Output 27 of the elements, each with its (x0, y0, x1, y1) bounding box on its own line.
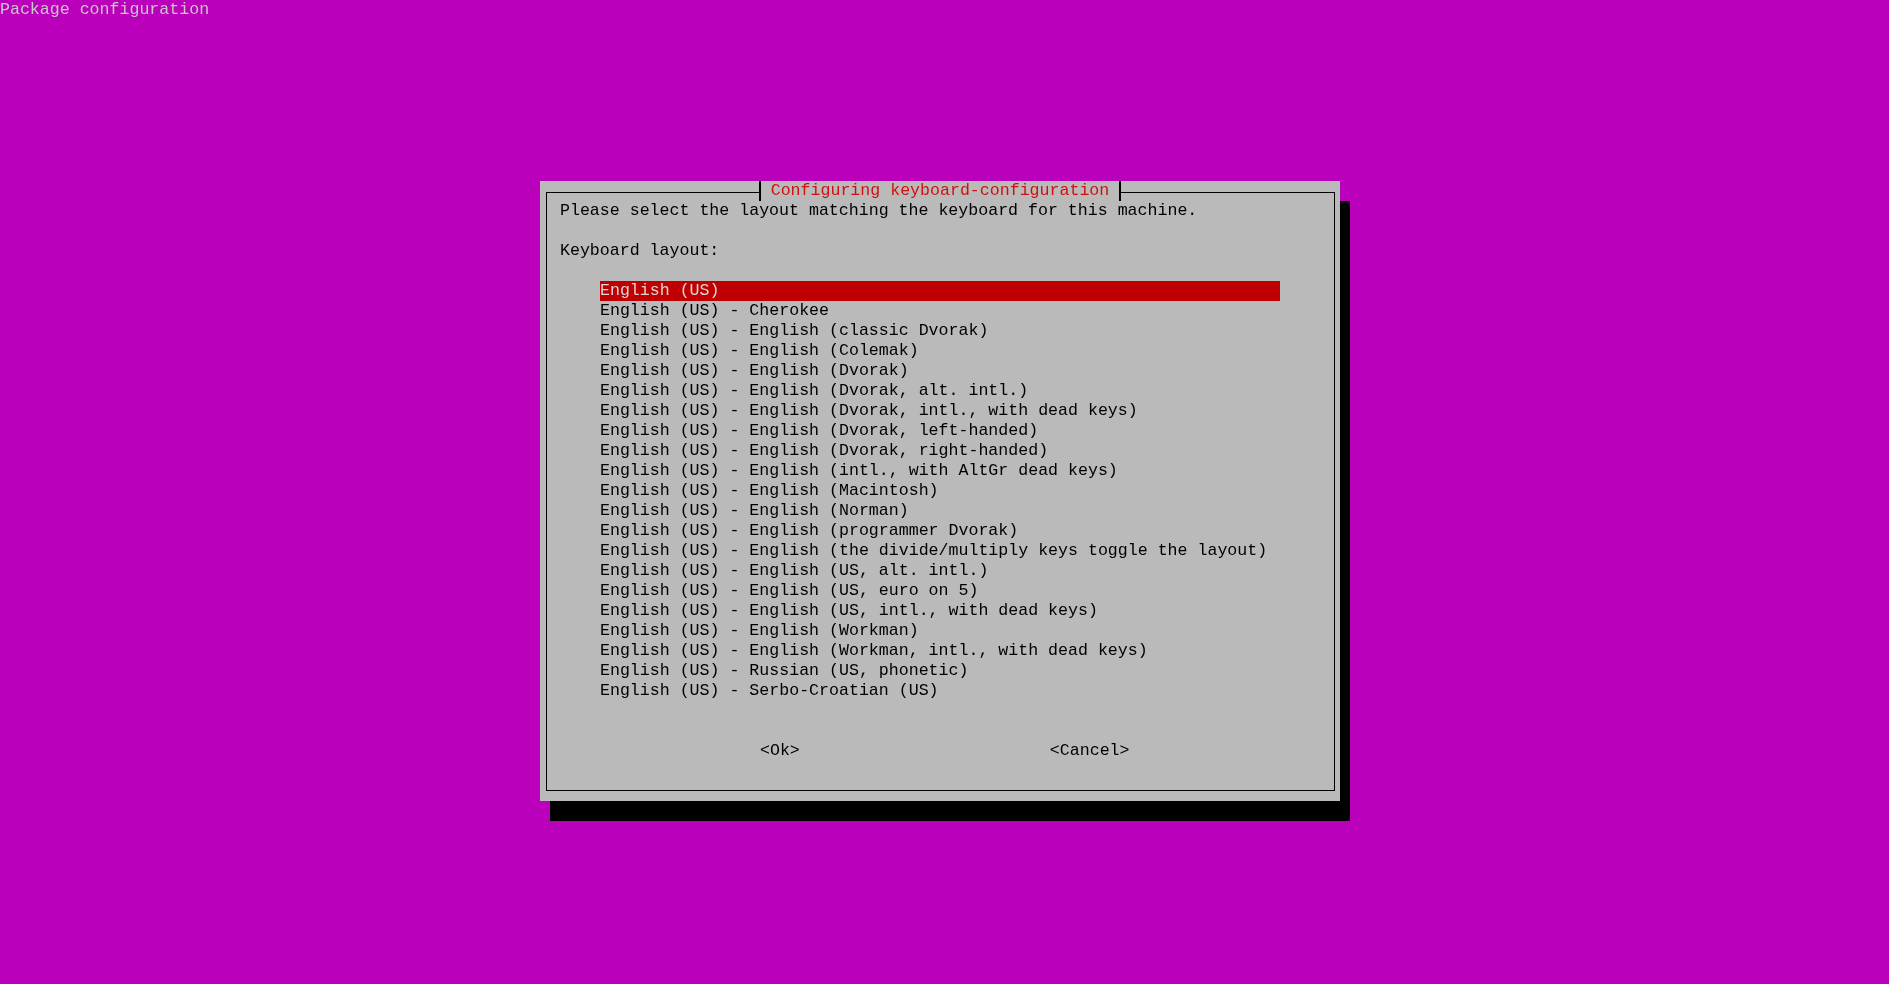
list-item[interactable]: English (US) - English (Workman) (600, 621, 1280, 641)
list-item[interactable]: English (US) - English (Dvorak) (600, 361, 1280, 381)
list-item[interactable]: English (US) - English (Dvorak, alt. intl.) (600, 381, 1280, 401)
prompt-text: Please select the layout matching the keyboard for this machine. (560, 201, 1198, 221)
list-item[interactable]: English (US) (600, 281, 1280, 301)
list-item[interactable]: English (US) - Russian (US, phonetic) (600, 661, 1280, 681)
dialog-button[interactable]: <Cancel> (1049, 741, 1130, 761)
list-item[interactable]: English (US) - English (intl., with AltGr dead keys) (600, 461, 1280, 481)
list-item[interactable]: English (US) - English (classic Dvorak) (600, 321, 1280, 341)
list-item[interactable]: English (US) - English (US, euro on 5) (600, 581, 1280, 601)
list-item[interactable]: English (US) - English (Dvorak, left-handed) (600, 421, 1280, 441)
list-item[interactable]: English (US) - English (Dvorak, intl., with dead keys) (600, 401, 1280, 421)
dialog-button[interactable]: <Ok> (760, 741, 800, 761)
list-item[interactable]: English (US) - English (US, intl., with dead keys) (600, 601, 1280, 621)
list-item[interactable]: English (US) - English (the divide/multiply keys toggle the layout) (600, 541, 1280, 561)
list-item[interactable]: English (US) - English (Norman) (600, 501, 1280, 521)
screen-title: Package configuration (0, 0, 210, 20)
list-item[interactable]: English (US) - English (Macintosh) (600, 481, 1280, 501)
dialog-title: Configuring keyboard-configuration (758, 181, 1122, 201)
list-label: Keyboard layout: (560, 241, 720, 261)
list-item[interactable]: English (US) - English (Colemak) (600, 341, 1280, 361)
list-item[interactable]: English (US) - Serbo-Croatian (US) (600, 681, 1280, 701)
list-item[interactable]: English (US) - Cherokee (600, 301, 1280, 321)
list-item[interactable]: English (US) - English (Dvorak, right-handed) (600, 441, 1280, 461)
list-item[interactable]: English (US) - English (Workman, intl., with dead keys) (600, 641, 1280, 661)
list-item[interactable]: English (US) - English (programmer Dvorak) (600, 521, 1280, 541)
list-item[interactable]: English (US) - English (US, alt. intl.) (600, 561, 1280, 581)
